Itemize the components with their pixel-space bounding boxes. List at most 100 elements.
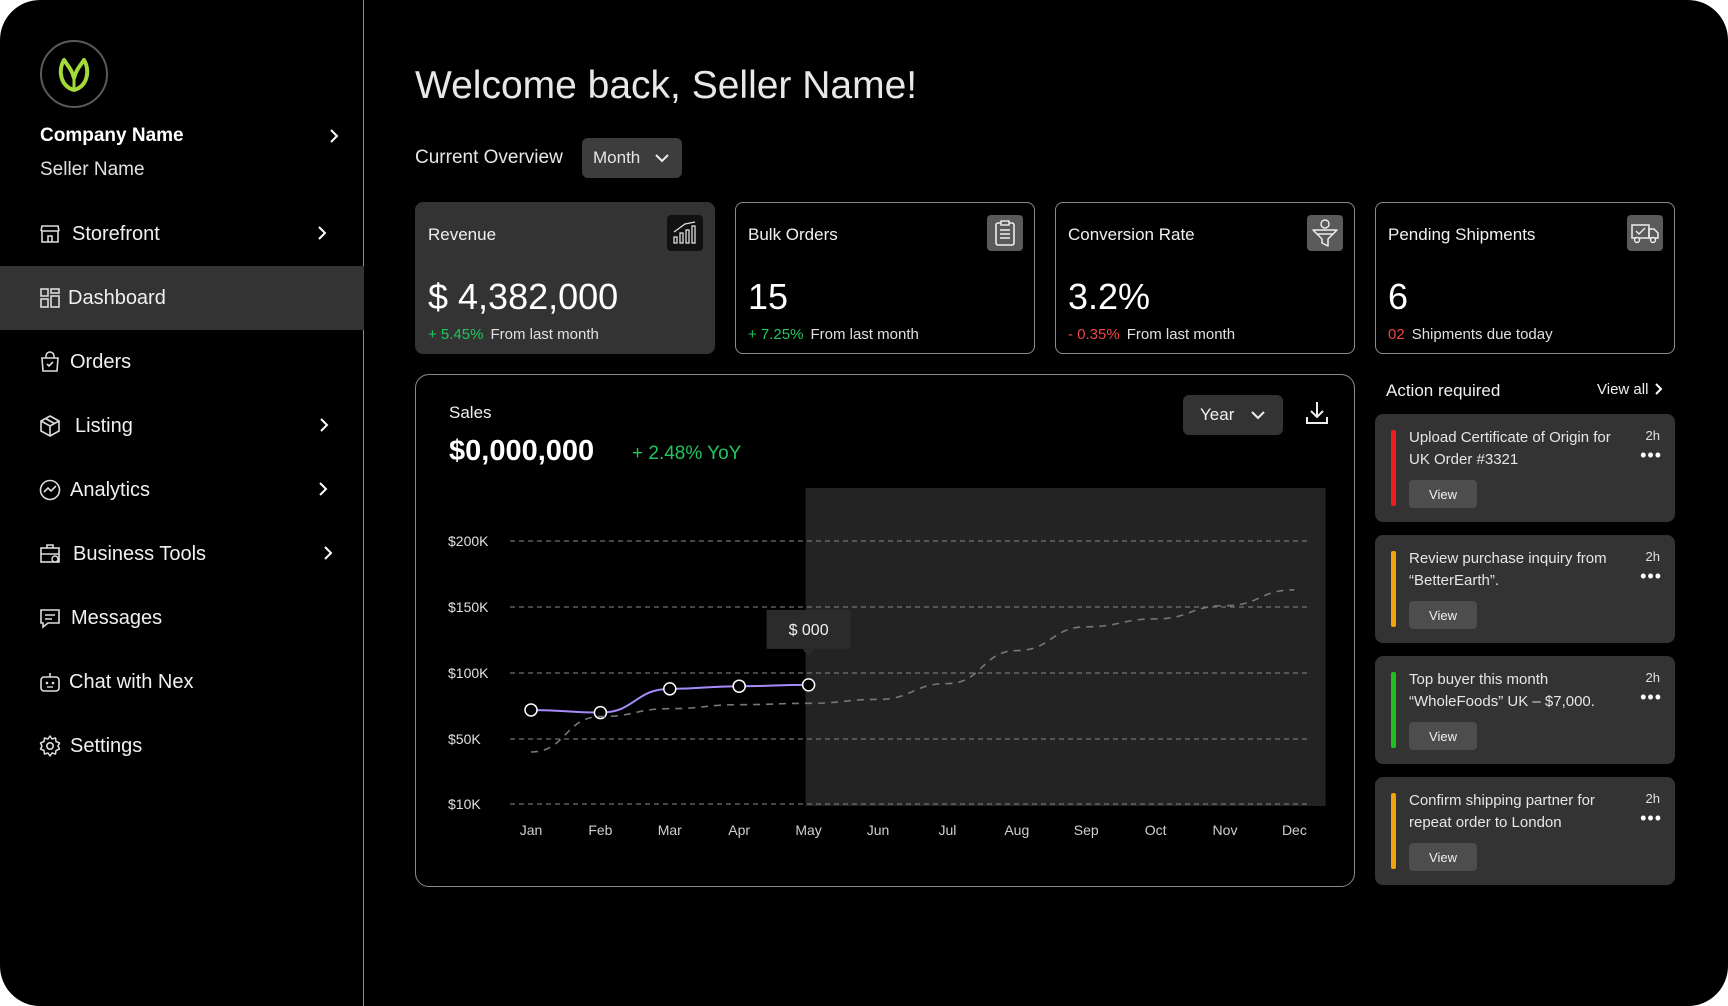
sidebar-item-settings[interactable]: Settings — [0, 714, 364, 778]
x-tick-label: Mar — [658, 822, 682, 838]
company-switcher[interactable]: Company Name — [40, 125, 340, 153]
bot-icon — [40, 673, 60, 692]
y-tick-label: $50K — [448, 731, 481, 747]
tooltip-text: $ 000 — [789, 622, 829, 639]
chevron-down-icon — [655, 154, 669, 163]
action-time: 2h — [1645, 791, 1660, 806]
action-time: 2h — [1645, 428, 1660, 443]
company-logo[interactable] — [40, 40, 108, 108]
sidebar-item-label: Analytics — [70, 478, 151, 501]
action-item[interactable]: Confirm shipping partner for repeat orde… — [1375, 777, 1675, 885]
action-item[interactable]: Top buyer this month “WholeFoods” UK – $… — [1375, 656, 1675, 764]
chevron-right-icon — [318, 226, 327, 240]
sidebar-item-label: Listing — [75, 414, 133, 437]
sidebar-item-label: Orders — [70, 350, 132, 373]
messages-icon — [40, 609, 60, 629]
sidebar-item-orders[interactable]: Orders — [0, 330, 364, 394]
clipboard-icon — [987, 215, 1023, 251]
seller-name: Seller Name — [40, 159, 145, 180]
y-tick-label: $100K — [448, 665, 489, 681]
page-title: Welcome back, Seller Name! — [415, 64, 918, 107]
chevron-right-icon — [324, 546, 333, 560]
view-button[interactable]: View — [1409, 722, 1477, 750]
view-button[interactable]: View — [1409, 480, 1477, 508]
kpi-card-value: $ 4,382,000 — [428, 276, 619, 317]
sales-chart: $10K $50K $100K $150K $200K Jan Feb Mar Apr May Ju… — [448, 488, 1326, 838]
sidebar-item-analytics[interactable]: Analytics — [0, 458, 364, 522]
sidebar-item-label: Storefront — [72, 222, 160, 245]
view-button[interactable]: View — [1409, 843, 1477, 871]
priority-bar — [1391, 793, 1396, 869]
x-tick-label: Aug — [1004, 822, 1029, 838]
y-tick-label: $200K — [448, 533, 489, 549]
dashboard-icon — [40, 288, 60, 308]
chevron-right-icon — [330, 129, 339, 143]
y-tick-label: $10K — [448, 796, 481, 812]
action-time: 2h — [1645, 549, 1660, 564]
view-all-label: View all — [1597, 381, 1649, 398]
action-time: 2h — [1645, 670, 1660, 685]
kpi-note: From last month — [1126, 326, 1236, 343]
app-frame: Company Name Seller Name Storefront Dash… — [0, 0, 1728, 1006]
bar-chart-icon — [667, 215, 703, 251]
priority-bar — [1391, 672, 1396, 748]
x-tick-label: Dec — [1282, 822, 1307, 838]
kpi-card-value: 3.2% — [1068, 276, 1151, 317]
kpi-delta: + 5.45% — [428, 326, 484, 343]
chevron-right-icon — [1655, 383, 1663, 395]
sidebar-item-business-tools[interactable]: Business Tools — [0, 522, 364, 586]
action-text: Review purchase inquiry from “BetterEart… — [1409, 550, 1607, 589]
kpi-card-revenue[interactable]: Revenue $ 4,382,000 + 5.45% From last mon… — [415, 202, 715, 354]
kpi-note: From last month — [490, 326, 599, 343]
truck-icon — [1627, 215, 1663, 251]
x-tick-label: Jan — [520, 822, 543, 838]
sidebar-item-label: Messages — [71, 606, 163, 629]
action-item[interactable]: Upload Certificate of Origin for UK Orde… — [1375, 414, 1675, 522]
kpi-delta: 02 — [1388, 326, 1405, 343]
more-options-icon[interactable]: ••• — [1640, 688, 1662, 706]
action-text: Upload Certificate of Origin for UK Orde… — [1409, 429, 1611, 468]
kpi-card-title: Pending Shipments — [1388, 225, 1536, 244]
kpi-delta: + 7.25% — [748, 326, 804, 343]
sidebar-item-chat-with-nex[interactable]: Chat with Nex — [0, 650, 364, 714]
sidebar-item-storefront[interactable]: Storefront — [0, 202, 364, 266]
more-options-icon[interactable]: ••• — [1640, 809, 1662, 827]
kpi-delta: - 0.35% — [1068, 326, 1120, 343]
x-tick-label: Apr — [728, 822, 750, 838]
priority-bar — [1391, 430, 1396, 506]
data-point — [524, 703, 538, 717]
sidebar-item-label: Settings — [70, 734, 143, 757]
more-options-icon[interactable]: ••• — [1640, 446, 1662, 464]
kpi-card-conversion-rate[interactable]: Conversion Rate 3.2% - 0.35% From last mo… — [1055, 202, 1355, 354]
kpi-card-title: Conversion Rate — [1068, 225, 1195, 244]
kpi-card-title: Revenue — [428, 225, 497, 244]
sidebar-item-messages[interactable]: Messages — [0, 586, 364, 650]
x-tick-label: Oct — [1145, 822, 1167, 838]
kpi-card-footer: + 7.25% From last month — [748, 326, 919, 343]
view-all-link[interactable]: View all — [1597, 381, 1663, 398]
leaf-logo-icon — [58, 58, 90, 92]
company-name: Company Name — [40, 125, 184, 146]
data-point — [801, 678, 816, 692]
period-select[interactable]: Month — [582, 138, 682, 178]
storefront-icon — [40, 225, 60, 243]
more-options-icon[interactable]: ••• — [1640, 567, 1662, 585]
kpi-card-footer: - 0.35% From last month — [1068, 326, 1235, 343]
view-button[interactable]: View — [1409, 601, 1477, 629]
funnel-icon — [1307, 215, 1343, 251]
kpi-card-pending-shipments[interactable]: Pending Shipments 6 02 Shipments due toda… — [1375, 202, 1675, 354]
action-item[interactable]: Review purchase inquiry from “BetterEart… — [1375, 535, 1675, 643]
sidebar-item-label: Chat with Nex — [69, 670, 194, 693]
sidebar-item-listing[interactable]: Listing — [0, 394, 364, 458]
kpi-card-bulk-orders[interactable]: Bulk Orders 15 + 7.25% From last month — [735, 202, 1035, 354]
action-text: Top buyer this month “WholeFoods” UK – $… — [1409, 671, 1595, 710]
kpi-note: From last month — [810, 326, 919, 343]
sidebar: Company Name Seller Name Storefront Dash… — [0, 0, 364, 1006]
x-tick-label: Nov — [1213, 822, 1238, 838]
kpi-card-value: 6 — [1388, 276, 1409, 317]
sidebar-item-dashboard[interactable]: Dashboard — [0, 266, 364, 330]
data-point — [732, 679, 746, 693]
chevron-right-icon — [320, 418, 329, 432]
package-icon — [40, 415, 60, 437]
priority-bar — [1391, 551, 1396, 627]
